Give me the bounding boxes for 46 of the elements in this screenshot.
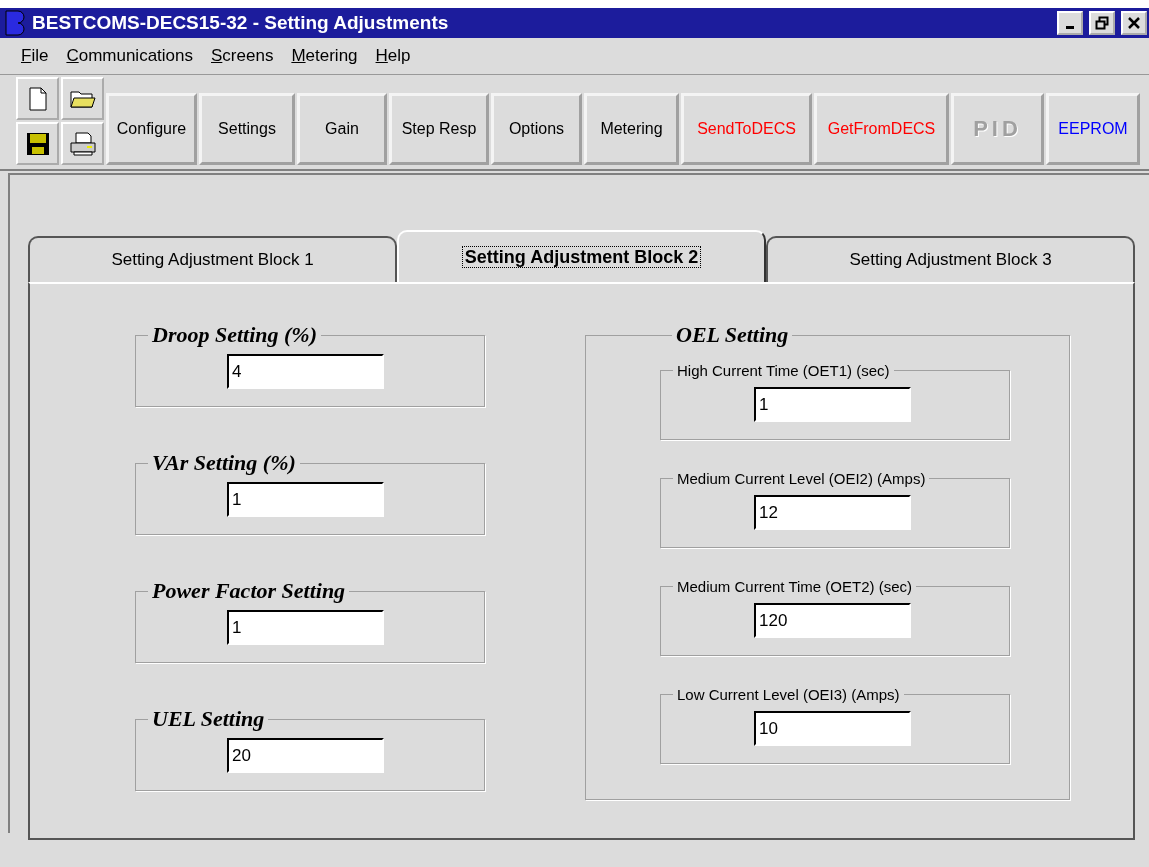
tab[interactable]: Setting Adjustment Block 1	[28, 236, 397, 282]
toolbar-button[interactable]: Metering	[584, 93, 679, 165]
app-logo-icon	[4, 9, 28, 37]
toolbar-button[interactable]: Settings	[199, 93, 295, 165]
group-title: VAr Setting (%)	[151, 450, 297, 476]
input-field[interactable]: 12	[754, 495, 911, 530]
group-title: Medium Current Level (OEI2) (Amps)	[676, 470, 927, 487]
group-title: Power Factor Setting	[151, 578, 347, 604]
toolbar-button[interactable]: EEPROM	[1046, 93, 1140, 165]
toolbar-button[interactable]: Configure	[106, 93, 197, 165]
input-field[interactable]: 1	[227, 482, 384, 517]
toolbar-button[interactable]	[16, 122, 59, 165]
group-title: OEL Setting	[675, 322, 790, 348]
group-title: High Current Time (OET1) (sec)	[676, 362, 891, 379]
toolbar-button[interactable]	[61, 122, 104, 165]
group-title: Droop Setting (%)	[151, 322, 318, 348]
printer-icon	[68, 131, 97, 156]
input-field[interactable]: 120	[754, 603, 911, 638]
menu-item[interactable]: Help	[366, 46, 420, 66]
group-title: UEL Setting	[151, 706, 266, 732]
close-icon	[1128, 17, 1140, 29]
minimize-button[interactable]	[1057, 11, 1083, 35]
close-button[interactable]	[1121, 11, 1147, 35]
folder-icon	[69, 88, 96, 109]
toolbar-button[interactable]	[61, 77, 104, 120]
menu-item[interactable]: Screens	[202, 46, 283, 66]
blank-page-icon	[28, 86, 47, 111]
group-title: Low Current Level (OEI3) (Amps)	[676, 686, 901, 703]
input-field[interactable]: 10	[754, 711, 911, 746]
toolbar-button[interactable]: Options	[491, 93, 582, 165]
input-field[interactable]: 1	[227, 610, 384, 645]
window-title: BESTCOMS-DECS15-32 - Setting Adjustments	[32, 12, 450, 34]
menu-item[interactable]: Communications	[57, 46, 202, 66]
input-field[interactable]: 4	[227, 354, 384, 389]
tab[interactable]: Setting Adjustment Block 2	[397, 230, 766, 282]
toolbar-button[interactable]: Gain	[297, 93, 387, 165]
toolbar-button[interactable]: Step Resp	[389, 93, 489, 165]
tab[interactable]: Setting Adjustment Block 3	[766, 236, 1135, 282]
input-field[interactable]: 20	[227, 738, 384, 773]
restore-button[interactable]	[1089, 11, 1115, 35]
menu-item[interactable]: File	[12, 46, 58, 66]
restore-icon	[1095, 16, 1109, 30]
group-title: Medium Current Time (OET2) (sec)	[676, 578, 914, 595]
menu-item[interactable]: Metering	[282, 46, 367, 66]
minimize-icon	[1066, 25, 1074, 29]
input-field[interactable]: 1	[754, 387, 911, 422]
